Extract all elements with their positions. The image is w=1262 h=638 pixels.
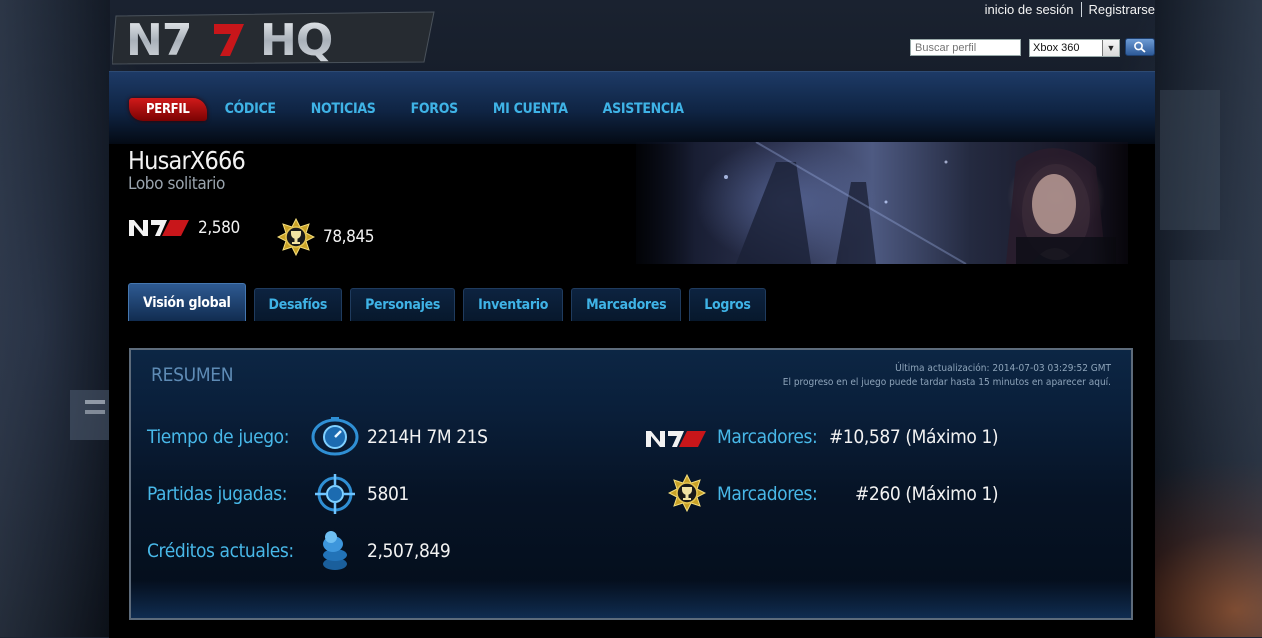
profile-tabs: Visión global Desafíos Personajes Invent… xyxy=(128,283,774,321)
challenge-medal-icon xyxy=(668,474,706,512)
last-update-text: Última actualización: 2014-07-03 03:29:5… xyxy=(895,363,1111,374)
tab-marcadores[interactable]: Marcadores xyxy=(571,288,682,321)
challenge-medal-icon xyxy=(277,218,315,256)
tab-logros[interactable]: Logros xyxy=(689,288,766,321)
challenge-leaderboard-label: Marcadores: xyxy=(717,483,818,505)
credits-icon xyxy=(323,531,347,570)
search-icon xyxy=(1134,41,1146,53)
delay-note-text: El progreso en el juego puede tardar has… xyxy=(782,377,1111,388)
credits-label: Créditos actuales: xyxy=(147,540,294,562)
profile-title: Lobo solitario xyxy=(128,174,225,194)
playtime-value: 2214H 7M 21S xyxy=(367,426,488,448)
tab-vision-global[interactable]: Visión global xyxy=(128,283,246,321)
platform-select[interactable]: Xbox 360 ▼ xyxy=(1029,39,1120,57)
banner-art xyxy=(724,142,1116,264)
main-nav: PERFIL CÓDICE NOTICIAS FOROS MI CUENTA A… xyxy=(129,96,719,122)
stopwatch-icon xyxy=(311,417,359,456)
profile-banner-image xyxy=(636,142,1128,264)
last-update-info: Última actualización: 2014-07-03 03:29:5… xyxy=(783,362,1111,390)
games-played-label: Partidas jugadas: xyxy=(147,483,288,505)
svg-text:HQ: HQ xyxy=(260,15,332,66)
playtime-label: Tiempo de juego: xyxy=(147,426,290,448)
challenge-leaderboard-value[interactable]: #260 (Máximo 1) xyxy=(855,483,999,505)
challenge-points-value: 78,845 xyxy=(323,227,375,247)
challenge-points: 78,845 xyxy=(277,218,375,256)
nav-item-codice[interactable]: CÓDICE xyxy=(225,101,276,117)
platform-selected-value: Xbox 360 xyxy=(1033,42,1080,54)
n7-rating: 2,580 xyxy=(129,218,240,238)
profile-search-input[interactable] xyxy=(910,39,1021,56)
nav-item-foros[interactable]: FOROS xyxy=(411,101,459,117)
nav-item-mi-cuenta[interactable]: MI CUENTA xyxy=(493,101,568,117)
n7-leaderboard-label: Marcadores: xyxy=(717,426,818,448)
svg-text:N7: N7 xyxy=(126,15,191,66)
main-panel: PERFIL CÓDICE NOTICIAS FOROS MI CUENTA A… xyxy=(109,71,1155,638)
n7hq-logo[interactable]: N7 HQ xyxy=(112,8,438,68)
summary-panel: RESUMEN Última actualización: 2014-07-03… xyxy=(129,348,1133,620)
credits-value: 2,507,849 xyxy=(367,540,451,562)
account-links: inicio de sesión Registrarse xyxy=(985,2,1155,17)
n7-logo-icon xyxy=(646,431,706,447)
nav-item-asistencia[interactable]: ASISTENCIA xyxy=(603,101,684,117)
n7-rating-value: 2,580 xyxy=(198,218,240,238)
games-played-value: 5801 xyxy=(367,483,409,505)
search-button[interactable] xyxy=(1125,38,1155,56)
summary-title: RESUMEN xyxy=(151,364,234,386)
nav-item-perfil[interactable]: PERFIL xyxy=(129,97,207,121)
chevron-down-icon[interactable]: ▼ xyxy=(1102,40,1119,56)
tab-inventario[interactable]: Inventario xyxy=(463,288,564,321)
link-divider xyxy=(1080,2,1082,17)
n7-leaderboard-value[interactable]: #10,587 (Máximo 1) xyxy=(829,426,999,448)
crosshair-icon xyxy=(315,474,355,514)
nav-item-noticias[interactable]: NOTICIAS xyxy=(311,101,376,117)
n7-logo-icon xyxy=(129,220,189,236)
login-link[interactable]: inicio de sesión xyxy=(985,2,1074,17)
tab-desafios[interactable]: Desafíos xyxy=(253,288,343,321)
profile-username: HusarX666 xyxy=(128,146,246,175)
tab-personajes[interactable]: Personajes xyxy=(350,288,456,321)
register-link[interactable]: Registrarse xyxy=(1089,2,1155,17)
